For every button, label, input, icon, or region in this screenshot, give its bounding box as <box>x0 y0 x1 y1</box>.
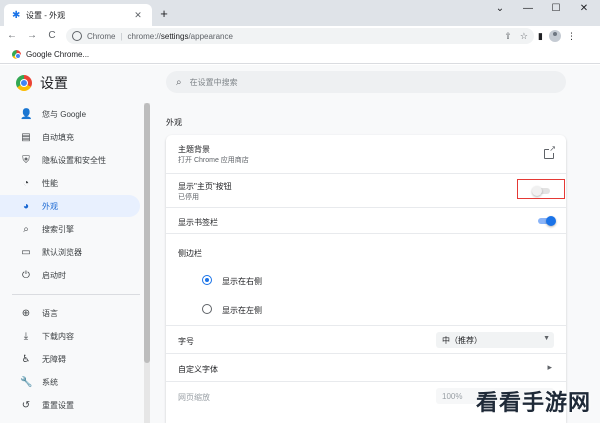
bookmarks-bar: Google Chrome... <box>0 46 600 64</box>
back-button[interactable]: ← <box>4 28 20 44</box>
sidebar-item-you-and-google[interactable]: 👤 您与 Google <box>0 103 140 125</box>
page-zoom-label: 网页缩放 <box>178 393 210 402</box>
tab-close-button[interactable]: ✕ <box>132 10 144 21</box>
minimize-button[interactable]: — <box>514 0 542 18</box>
profile-avatar[interactable] <box>548 30 561 42</box>
sidebar-item-search-engine[interactable]: ⌕ 搜索引擎 <box>0 218 140 240</box>
home-button-row: 显示"主页"按钮 已停用 <box>166 173 566 207</box>
browser-icon: ▭ <box>21 246 31 258</box>
font-size-label: 字号 <box>178 337 194 346</box>
dropdown-arrow-icon: ▼ <box>543 335 550 342</box>
maximize-button[interactable]: ☐ <box>542 0 570 18</box>
font-size-value: 中（推荐） <box>442 335 482 345</box>
custom-fonts-label: 自定义字体 <box>178 365 218 374</box>
sidebar-item-system[interactable]: 🔧 系统 <box>0 371 140 393</box>
chrome-logo-icon <box>16 75 32 91</box>
side-panel-row: 侧边栏 显示在右侧 显示在左侧 <box>166 233 566 325</box>
side-panel-left-radio[interactable] <box>202 304 212 314</box>
menu-icon[interactable]: ⋮ <box>567 31 576 42</box>
settings-page: 设置 ⌕ 👤 您与 Google ▤ 自动填充 ⛨ 隐私设置和安全性 ◔ 性能 … <box>0 65 600 423</box>
bookmark-item[interactable]: Google Chrome... <box>26 50 89 59</box>
side-panel-icon[interactable]: ▮ <box>538 31 543 42</box>
close-window-button[interactable]: ✕ <box>570 0 598 18</box>
sidebar-divider <box>12 294 140 295</box>
tab-strip: ✱ 设置 - 外观 ✕ + ⌄ — ☐ ✕ <box>0 0 600 26</box>
site-info-icon[interactable] <box>72 31 82 41</box>
page-zoom-value: 100% <box>442 391 463 401</box>
sidebar-item-autofill[interactable]: ▤ 自动填充 <box>0 126 140 148</box>
page-title: 设置 <box>40 75 68 91</box>
settings-sidebar: 👤 您与 Google ▤ 自动填充 ⛨ 隐私设置和安全性 ◔ 性能 ◕ 外观 … <box>0 103 152 423</box>
sidebar-item-on-startup[interactable]: ⏻ 启动时 <box>0 264 140 286</box>
accessibility-icon: ♿ <box>21 353 31 365</box>
address-url: chrome://settings/appearance <box>127 31 233 41</box>
globe-icon: ⊕ <box>21 307 31 319</box>
reload-button[interactable]: C <box>44 28 60 44</box>
sidebar-item-appearance[interactable]: ◕ 外观 <box>0 195 140 217</box>
watermark-text: 看看手游网 <box>476 390 592 415</box>
sidebar-item-privacy[interactable]: ⛨ 隐私设置和安全性 <box>0 149 140 171</box>
sidebar-item-downloads[interactable]: ⤓ 下载内容 <box>0 325 140 347</box>
toolbar: ← → C Chrome | chrome://settings/appeara… <box>0 26 600 46</box>
wrench-icon: 🔧 <box>20 376 33 388</box>
bookmark-star-icon[interactable]: ☆ <box>520 31 528 42</box>
person-icon: 👤 <box>20 108 33 120</box>
custom-fonts-row[interactable]: 自定义字体 ▸ <box>166 353 566 381</box>
home-button-sub: 已停用 <box>178 194 199 201</box>
download-icon: ⤓ <box>23 330 29 342</box>
sidebar-item-default-browser[interactable]: ▭ 默认浏览器 <box>0 241 140 263</box>
section-title: 外观 <box>166 118 182 127</box>
open-external-icon[interactable] <box>544 145 556 159</box>
tab-title: 设置 - 外观 <box>26 10 66 20</box>
gear-icon: ✱ <box>12 9 21 21</box>
speed-icon: ◔ <box>22 177 30 189</box>
theme-sub: 打开 Chrome 应用商店 <box>178 157 249 164</box>
font-size-select[interactable]: 中（推荐） ▼ <box>436 332 554 348</box>
theme-row[interactable]: 主题背景 打开 Chrome 应用商店 <box>166 135 566 173</box>
bookmarks-bar-row: 显示书签栏 <box>166 207 566 233</box>
palette-icon: ◕ <box>22 200 30 212</box>
home-button-label: 显示"主页"按钮 <box>178 182 232 191</box>
tab-settings-appearance[interactable]: ✱ 设置 - 外观 ✕ <box>4 4 152 26</box>
address-host: Chrome <box>87 31 116 41</box>
highlight-box <box>517 179 565 199</box>
tab-search-button[interactable]: ⌄ <box>486 0 514 18</box>
sidebar-item-accessibility[interactable]: ♿ 无障碍 <box>0 348 140 370</box>
search-icon: ⌕ <box>23 223 29 235</box>
bookmarks-bar-toggle[interactable] <box>536 216 556 226</box>
sidebar-item-languages[interactable]: ⊕ 语言 <box>0 302 140 324</box>
address-bar[interactable]: Chrome | chrome://settings/appearance ⇪ … <box>66 28 534 44</box>
new-tab-button[interactable]: + <box>156 6 172 22</box>
bookmarks-bar-label: 显示书签栏 <box>178 218 218 227</box>
theme-label: 主题背景 <box>178 145 210 154</box>
sidebar-scrollbar[interactable] <box>144 103 150 423</box>
chevron-right-icon: ▸ <box>547 362 552 372</box>
settings-search[interactable]: ⌕ <box>166 71 566 93</box>
side-panel-right-label[interactable]: 显示在右侧 <box>222 276 262 287</box>
search-icon: ⌕ <box>176 76 182 88</box>
autofill-icon: ▤ <box>21 131 31 143</box>
font-size-row: 字号 中（推荐） ▼ <box>166 325 566 353</box>
settings-search-input[interactable] <box>189 77 530 87</box>
side-panel-label: 侧边栏 <box>178 249 202 258</box>
sidebar-item-performance[interactable]: ◔ 性能 <box>0 172 140 194</box>
side-panel-left-label[interactable]: 显示在左侧 <box>222 305 262 316</box>
power-icon: ⏻ <box>22 269 30 281</box>
address-separator: | <box>120 31 123 41</box>
sidebar-scrollbar-thumb[interactable] <box>144 103 150 363</box>
sidebar-item-reset[interactable]: ↺ 重置设置 <box>0 394 140 416</box>
chrome-icon <box>12 50 21 59</box>
reset-icon: ↺ <box>21 399 31 411</box>
appearance-card: 主题背景 打开 Chrome 应用商店 显示"主页"按钮 已停用 显示书签栏 侧… <box>166 135 566 423</box>
shield-icon: ⛨ <box>22 154 30 166</box>
share-icon[interactable]: ⇪ <box>504 31 512 42</box>
side-panel-right-radio[interactable] <box>202 275 212 285</box>
forward-button[interactable]: → <box>24 28 40 44</box>
